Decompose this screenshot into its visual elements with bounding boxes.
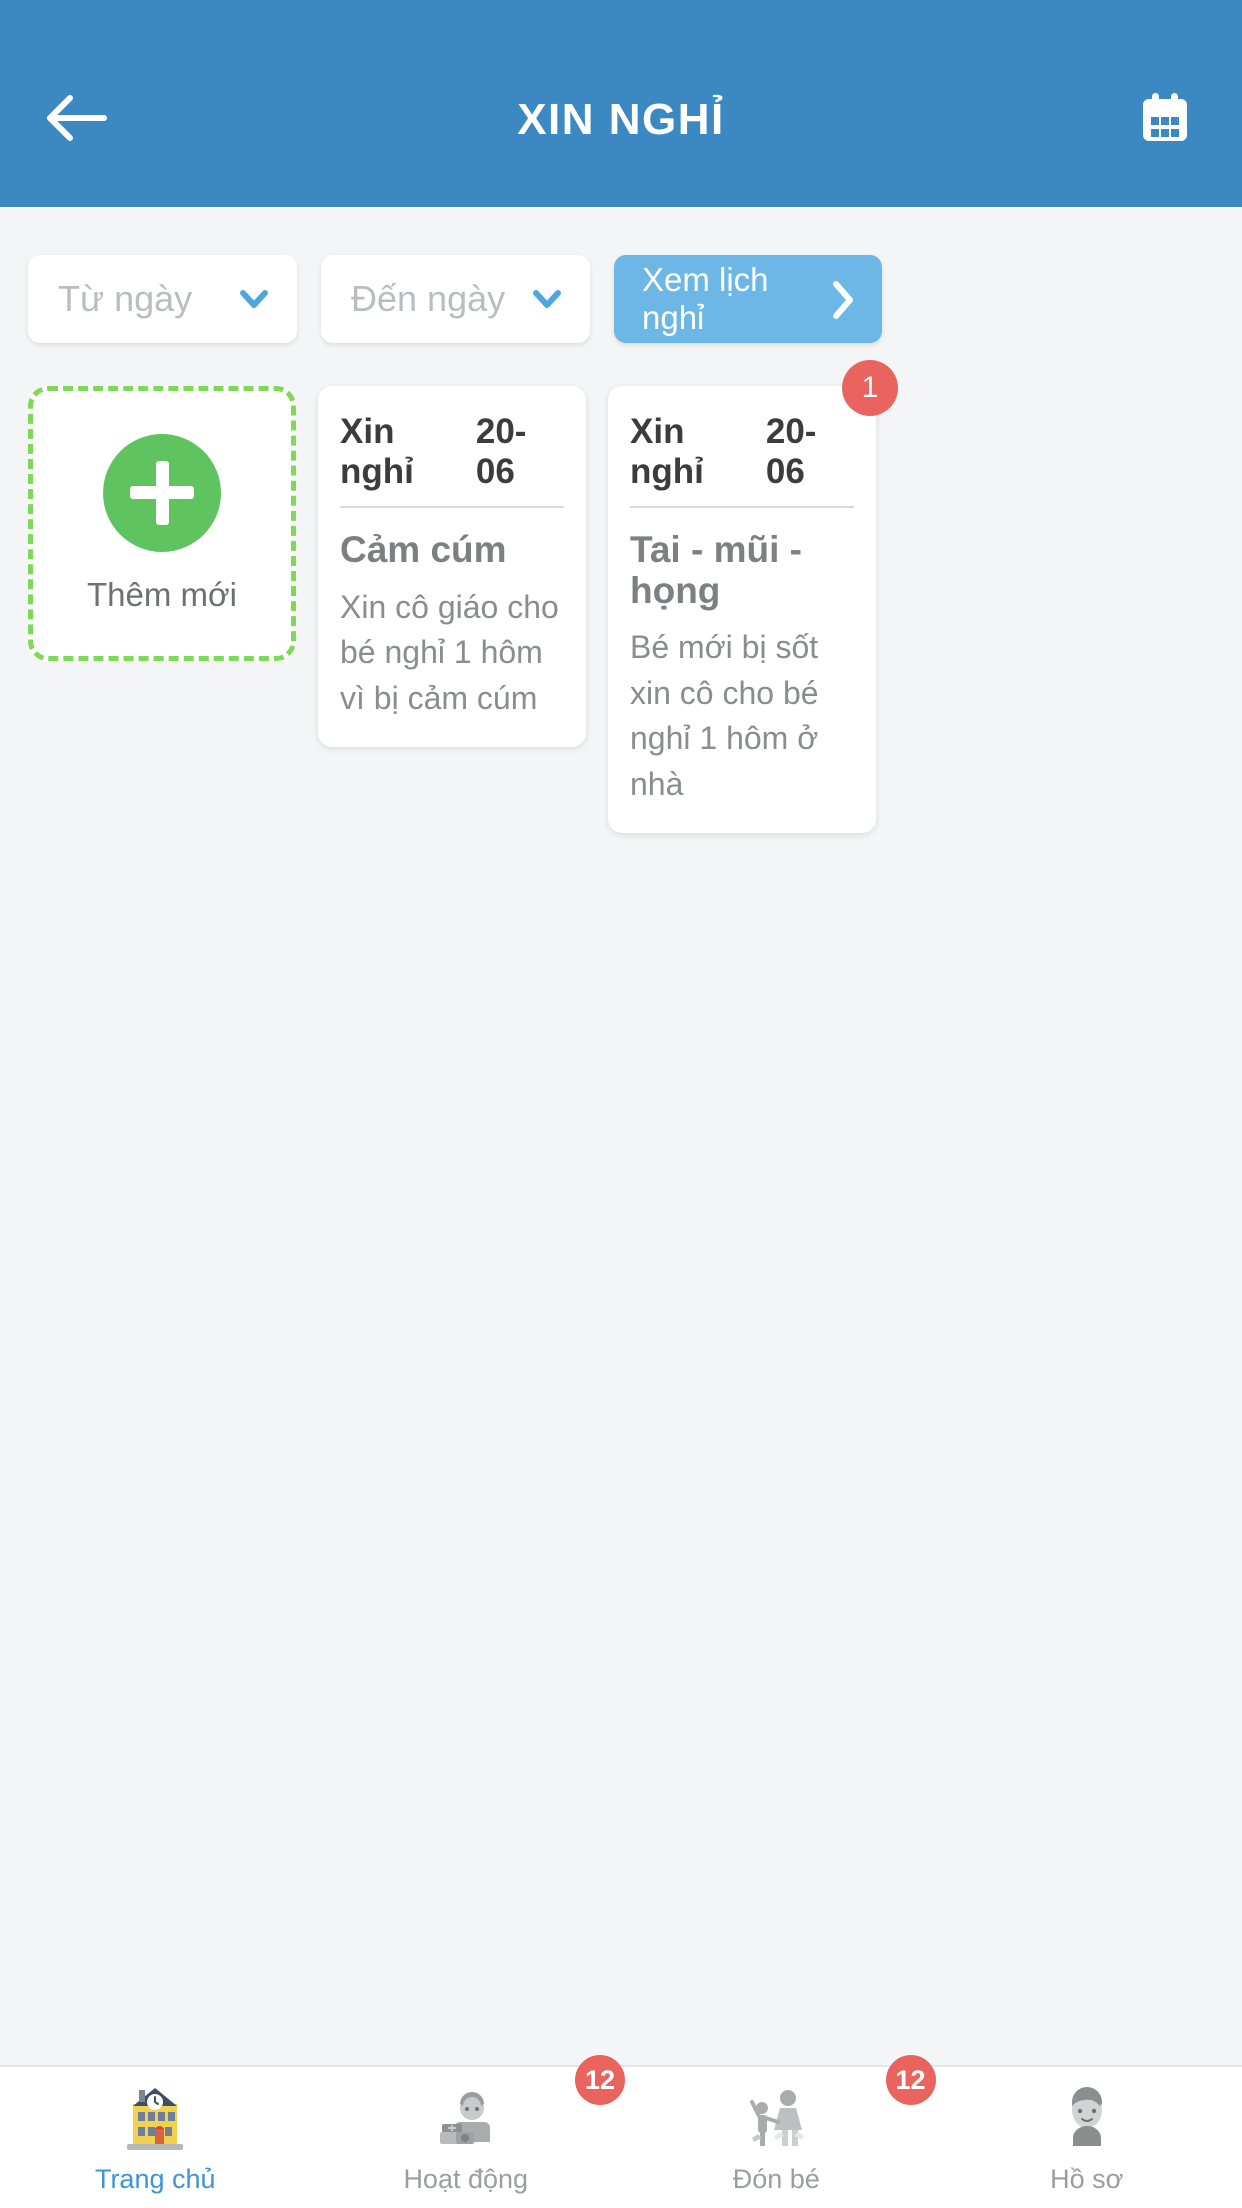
bottom-navigation: Trang chủ 12 Hoạt động 12 Đón bé Hồ sơ (0, 2055, 1242, 2208)
leave-card-date: 20-06 (765, 412, 817, 491)
child-playing-blocks-icon (426, 2080, 506, 2152)
leave-card[interactable]: Xin nghỉ 20-06 Cảm cúm Xin cô giáo cho b… (318, 386, 586, 747)
chevron-right-icon (828, 278, 858, 320)
from-date-dropdown[interactable]: Từ ngày (28, 255, 297, 343)
leave-card-title: Tai - mũi - họng (630, 529, 802, 611)
leave-card-head: Xin nghỉ 20-06 (340, 412, 564, 508)
nav-item-profile[interactable]: Hồ sơ (932, 2067, 1242, 2208)
nav-badge-pickup: 12 (885, 2055, 936, 2105)
nav-label-pickup: Đón bé (732, 2164, 820, 2194)
nav-badge-activity: 12 (575, 2055, 625, 2105)
nav-item-home[interactable]: Trang chủ (0, 2067, 311, 2208)
nav-item-pickup[interactable]: 12 Đón bé (621, 2055, 936, 2208)
status-badge: 1 (842, 360, 898, 416)
plus-icon (103, 433, 221, 552)
nav-item-activity[interactable]: 12 Hoạt động (311, 2055, 625, 2208)
filter-row: Từ ngày Đến ngày Xem lịch nghỉ (0, 207, 1242, 343)
add-new-card[interactable]: Thêm mới (28, 386, 296, 661)
leave-card-title: Cảm cúm (340, 529, 507, 570)
calendar-icon (1139, 91, 1191, 150)
leave-card-head: Xin nghỉ 20-06 (630, 412, 854, 508)
school-building-icon (115, 2080, 195, 2152)
app-root: XIN NGHỈ Từ ngày Đến ngày Xem lịch nghỉ … (0, 0, 1242, 2208)
calendar-button[interactable] (1122, 77, 1208, 163)
leave-card[interactable]: 1 Xin nghỉ 20-06 Tai - mũi - họng Bé mới… (608, 360, 898, 834)
nav-label-profile: Hồ sơ (1050, 2164, 1124, 2194)
page-title: XIN NGHỈ (517, 95, 725, 144)
to-date-placeholder: Đến ngày (351, 278, 506, 319)
add-new-label: Thêm mới (87, 575, 237, 613)
to-date-dropdown[interactable]: Đến ngày (321, 255, 590, 343)
chevron-down-icon (530, 282, 564, 316)
leave-card-body: Bé mới bị sốt xin cô cho bé nghỉ 1 hôm ở… (630, 629, 819, 802)
leave-card-body: Xin cô giáo cho bé nghỉ 1 hôm vì bị cảm … (340, 588, 559, 716)
person-avatar-icon (1047, 2080, 1127, 2152)
leave-card-head-label: Xin nghỉ (340, 412, 414, 491)
chevron-down-icon (237, 282, 271, 316)
parent-child-pickup-icon (736, 2080, 816, 2152)
from-date-placeholder: Từ ngày (58, 278, 193, 319)
leave-card-date: 20-06 (475, 412, 527, 491)
view-schedule-label: Xem lịch nghỉ (642, 261, 769, 336)
view-schedule-button[interactable]: Xem lịch nghỉ (614, 255, 882, 343)
back-button[interactable] (34, 77, 120, 163)
leave-card-head-label: Xin nghỉ (630, 412, 704, 491)
app-header: XIN NGHỈ (0, 0, 1242, 207)
arrow-left-icon (44, 92, 110, 149)
nav-label-home: Trang chủ (94, 2164, 216, 2194)
leave-cards-row: Thêm mới Xin nghỉ 20-06 Cảm cúm Xin cô g… (0, 343, 1242, 834)
nav-label-activity: Hoạt động (403, 2164, 529, 2194)
